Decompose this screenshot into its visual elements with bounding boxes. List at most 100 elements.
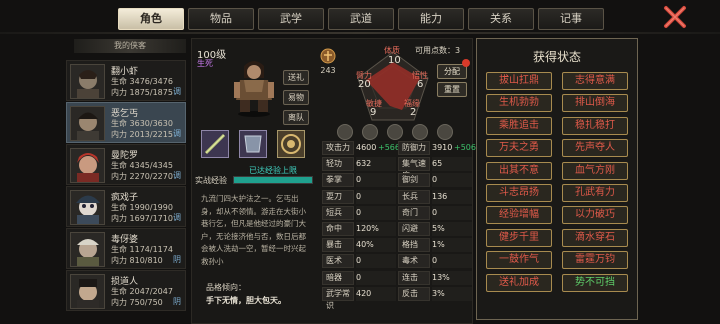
member-hp: 生命 1990/1990 xyxy=(111,203,173,212)
stat-value: 1% xyxy=(432,238,472,253)
character-description: 九流门四大护法之一。乞丐出身，却从不领情。游走在大街小巷行乞，但凡是他经过的豪门… xyxy=(201,194,306,266)
potential: 243 xyxy=(318,48,338,75)
stat-value: 5% xyxy=(432,222,472,236)
avatar xyxy=(70,106,105,141)
buff-item[interactable]: 拔山扛鼎 xyxy=(486,72,552,90)
gift-button[interactable]: 送礼 xyxy=(283,70,309,85)
bag-slot-icon[interactable] xyxy=(412,124,428,140)
member-mp: 内力 810/810 xyxy=(111,256,163,265)
buff-item[interactable]: 送礼加成 xyxy=(486,273,552,292)
attr-value-constitution: 10 xyxy=(388,55,401,66)
tab-journal[interactable]: 记事 xyxy=(538,8,604,30)
avatar xyxy=(70,148,105,183)
stat-value: 0 xyxy=(356,205,396,220)
quality-label: 品格倾向： xyxy=(206,283,246,292)
exp-status: 已达经验上限 xyxy=(249,166,297,175)
buff-item[interactable]: 排山倒海 xyxy=(562,94,628,113)
tab-relations[interactable]: 关系 xyxy=(468,8,534,30)
member-tag: 调 xyxy=(173,171,181,180)
buff-item[interactable]: 出其不意 xyxy=(486,161,552,180)
close-icon[interactable] xyxy=(660,4,690,32)
roster-title: 我的侠客 xyxy=(74,39,186,53)
reset-button[interactable]: 重置 xyxy=(437,82,467,97)
tab-martial-arts[interactable]: 武学 xyxy=(258,8,324,30)
skill-slot-accessory[interactable] xyxy=(277,130,305,158)
exp-label: 实战经验 xyxy=(195,176,227,185)
member-tag: 调 xyxy=(173,129,181,138)
stat-label: 连击 xyxy=(398,270,430,285)
member-mp: 内力 2270/2270 xyxy=(111,172,173,181)
buff-item[interactable]: 健步千里 xyxy=(486,228,552,247)
bag-slot-icon[interactable] xyxy=(362,124,378,140)
buff-item[interactable]: 志得意满 xyxy=(562,72,628,90)
stat-value: 420 xyxy=(356,286,396,301)
buff-item[interactable]: 斗志昂扬 xyxy=(486,184,552,202)
member-mp: 内力 1875/1875 xyxy=(111,88,173,97)
bag-slot-icon[interactable] xyxy=(337,124,353,140)
roster-card[interactable]: 损道人 生命 2047/2047 内力 750/750 阴 xyxy=(66,270,186,311)
roster-card[interactable]: 翻小虾 生命 3476/3476 内力 1875/1875 调 xyxy=(66,60,186,101)
attr-value-insight: 6 xyxy=(417,79,424,90)
buff-item[interactable]: 势不可挡 xyxy=(562,273,628,292)
roster-card[interactable]: 曼陀罗 生命 4345/4345 内力 2270/2270 调 xyxy=(66,144,186,185)
tab-abilities[interactable]: 能力 xyxy=(398,8,464,30)
member-hp: 生命 4345/4345 xyxy=(111,161,173,170)
stat-value: 0 xyxy=(432,254,472,269)
allocate-button[interactable]: 分配 xyxy=(437,64,467,79)
buff-item[interactable]: 滴水穿石 xyxy=(562,228,628,247)
avatar xyxy=(70,232,105,267)
stat-label: 短兵 xyxy=(322,205,354,220)
buff-item[interactable]: 一鼓作气 xyxy=(486,251,552,270)
stat-label: 格挡 xyxy=(398,238,430,253)
buff-item[interactable]: 稳扎稳打 xyxy=(562,116,628,135)
potential-icon xyxy=(320,48,336,64)
buff-item[interactable]: 以力破巧 xyxy=(562,206,628,225)
avatar xyxy=(70,190,105,225)
skill-slot-weapon[interactable] xyxy=(201,130,229,158)
buff-item[interactable]: 乘胜追击 xyxy=(486,116,552,135)
buff-item[interactable]: 经验增幅 xyxy=(486,206,552,225)
skill-slot-armor[interactable] xyxy=(239,130,267,158)
character-status: 生死 xyxy=(197,59,213,68)
attr-value-strength: 20 xyxy=(358,79,371,90)
bag-slot-icon[interactable] xyxy=(387,124,403,140)
stat-label: 防御力 xyxy=(398,141,430,155)
stat-label: 暴击 xyxy=(322,238,354,253)
member-tag: 调 xyxy=(173,87,181,96)
tab-character[interactable]: 角色 xyxy=(118,8,184,30)
roster-card[interactable]: 毒伢婆 生命 1174/1174 内力 810/810 阴 xyxy=(66,228,186,269)
stat-label: 御剑 xyxy=(398,173,430,188)
quality-value: 手下无情，胆大包天。 xyxy=(206,296,286,305)
header-divider xyxy=(0,32,720,34)
member-tag: 调 xyxy=(173,213,181,222)
roster-card[interactable]: 疯戏子 生命 1990/1990 内力 1697/1710 调 xyxy=(66,186,186,227)
stat-value: 13% xyxy=(432,270,472,285)
stat-label: 反击 xyxy=(398,286,430,301)
exp-bar-fill xyxy=(234,177,312,183)
member-hp: 生命 3630/3630 xyxy=(111,119,173,128)
exp-bar xyxy=(233,176,313,184)
buff-item[interactable]: 雷霆万钧 xyxy=(562,251,628,270)
available-points: 可用点数：3 xyxy=(415,46,461,55)
member-mp: 内力 2013/2215 xyxy=(111,130,173,139)
stat-value: 0 xyxy=(432,173,472,188)
buff-item[interactable]: 血气方刚 xyxy=(562,161,628,180)
stat-value: 40% xyxy=(356,238,396,253)
buff-item[interactable]: 先声夺人 xyxy=(562,139,628,158)
stat-label: 闪避 xyxy=(398,222,430,236)
stat-label: 耍刀 xyxy=(322,189,354,204)
trade-button[interactable]: 易物 xyxy=(283,90,309,105)
roster-card-selected[interactable]: 恶乞丐 生命 3630/3630 内力 2013/2215 调 xyxy=(66,102,186,143)
stat-value: 136 xyxy=(432,189,472,204)
buff-item[interactable]: 孔武有力 xyxy=(562,184,628,202)
leave-party-button[interactable]: 离队 xyxy=(283,110,309,125)
stat-label: 武学常识 xyxy=(322,286,354,310)
member-mp: 内力 750/750 xyxy=(111,298,163,307)
tab-martial-way[interactable]: 武道 xyxy=(328,8,394,30)
stat-value: 0 xyxy=(356,270,396,285)
attr-value-agility: 9 xyxy=(370,107,377,118)
bag-slot-icon[interactable] xyxy=(437,124,453,140)
buff-item[interactable]: 万夫之勇 xyxy=(486,139,552,158)
buff-item[interactable]: 生机勃勃 xyxy=(486,94,552,113)
tab-items[interactable]: 物品 xyxy=(188,8,254,30)
